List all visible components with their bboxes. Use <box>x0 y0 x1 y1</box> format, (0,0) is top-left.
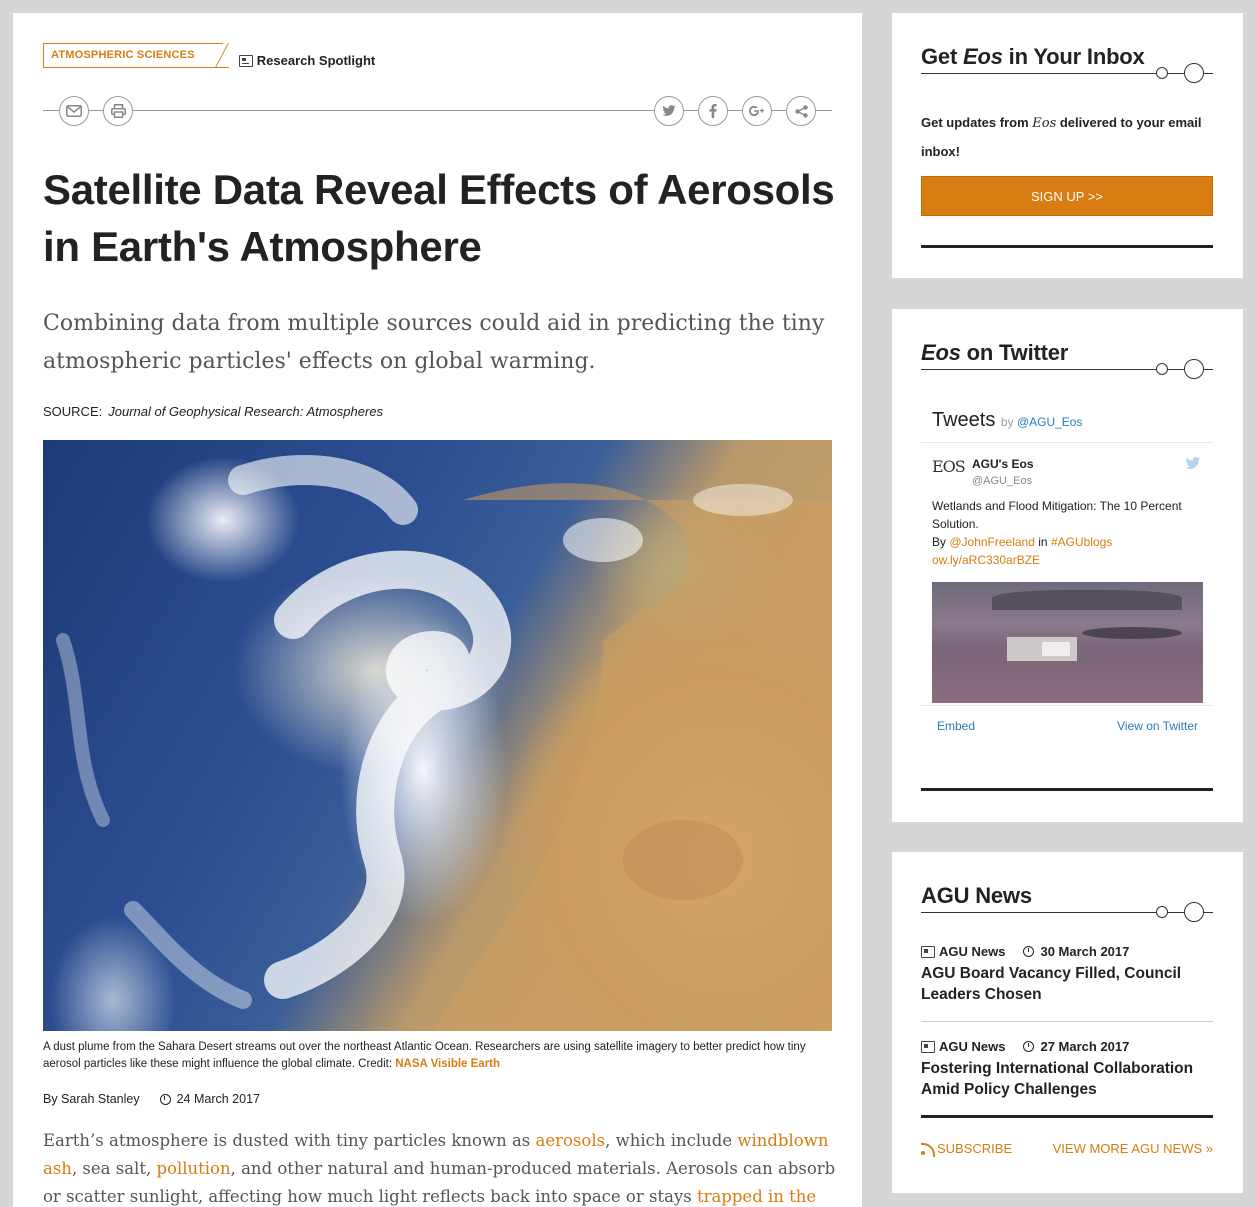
article-type[interactable]: Research Spotlight <box>238 53 376 68</box>
inbox-card: Get Eos in Your Inbox Get updates from E… <box>892 13 1243 278</box>
article-title: Satellite Data Reveal Effects of Aerosol… <box>43 166 835 270</box>
author: By Sarah Stanley <box>43 1092 140 1106</box>
news-separator <box>921 1021 1213 1022</box>
photo-barn <box>1042 642 1070 656</box>
image-caption: A dust plume from the Sahara Desert stre… <box>43 1039 832 1073</box>
news-item[interactable]: AGU News 30 March 2017 AGU Board Vacancy… <box>921 944 1213 1005</box>
body-text: Earth’s atmosphere is dusted with tiny p… <box>43 1131 536 1150</box>
title-knob-small <box>1156 67 1168 79</box>
title-knob-large <box>1184 902 1204 922</box>
caption-credit-link[interactable]: NASA Visible Earth <box>395 1058 500 1070</box>
twitter-icon <box>662 105 676 116</box>
rss-icon <box>921 1142 935 1157</box>
body-link-pollution[interactable]: pollution <box>156 1159 230 1178</box>
inbox-description: Get updates from Eos delivered to your e… <box>921 115 1202 159</box>
twitter-card: Eos on Twitter Tweets by @AGU_Eos EOS AG… <box>892 309 1243 822</box>
title-knob-large <box>1184 359 1204 379</box>
signup-button[interactable]: SIGN UP >> <box>921 176 1213 216</box>
widget-separator <box>921 442 1213 443</box>
twitter-title: Eos on Twitter <box>921 340 1069 365</box>
title-underline <box>921 73 1213 74</box>
tweet-account-handle[interactable]: @AGU_Eos <box>972 475 1032 487</box>
share-icon <box>794 104 808 118</box>
news-item[interactable]: AGU News 27 March 2017 Fostering Interna… <box>921 1039 1213 1100</box>
article-card: ATMOSPHERIC SCIENCES Research Spotlight <box>13 13 862 1207</box>
body-link-aerosols[interactable]: aerosols <box>536 1131 606 1150</box>
news-meta: AGU News 27 March 2017 <box>921 1039 1213 1054</box>
newspaper-icon <box>921 945 935 958</box>
body-text: , which include <box>605 1131 738 1150</box>
news-source: AGU News <box>939 944 1006 959</box>
clock-icon <box>1023 1041 1035 1052</box>
tweet-photo[interactable] <box>932 582 1203 703</box>
news-date: 27 March 2017 <box>1040 1039 1130 1054</box>
view-on-twitter-link[interactable]: View on Twitter <box>1117 719 1198 733</box>
email-icon <box>66 105 82 117</box>
twitter-share-button[interactable] <box>654 96 684 126</box>
card-bottom-rule <box>921 1115 1213 1118</box>
facebook-share-button[interactable] <box>698 96 728 126</box>
publish-date: 24 March 2017 <box>176 1092 260 1106</box>
tweet-text: Wetlands and Flood Mitigation: The 10 Pe… <box>932 499 1182 567</box>
newspaper-icon <box>921 1040 935 1053</box>
twitter-bird-icon[interactable] <box>1185 457 1201 470</box>
facebook-icon <box>709 104 717 118</box>
body-text: , sea salt, <box>71 1159 157 1178</box>
title-underline <box>921 369 1213 370</box>
news-date: 30 March 2017 <box>1040 944 1130 959</box>
clock-icon <box>1023 946 1035 957</box>
title-knob-small <box>1156 906 1168 918</box>
view-more-news-link[interactable]: VIEW MORE AGU NEWS » <box>1053 1141 1213 1156</box>
category-tag-underline <box>44 67 229 68</box>
hero-image <box>43 440 832 1031</box>
inbox-title: Get Eos in Your Inbox <box>921 44 1145 69</box>
satellite-image-texture <box>56 455 832 1031</box>
category-label: ATMOSPHERIC SCIENCES <box>51 49 195 61</box>
news-title-link[interactable]: AGU Board Vacancy Filled, Council Leader… <box>921 963 1213 1005</box>
google-plus-share-button[interactable] <box>742 96 772 126</box>
share-bar <box>43 96 832 126</box>
article-type-label: Research Spotlight <box>256 53 376 68</box>
title-knob-small <box>1156 363 1168 375</box>
photo-treeline <box>992 590 1182 610</box>
email-button[interactable] <box>59 96 89 126</box>
twitter-widget-header: Tweets by @AGU_Eos <box>932 409 1083 431</box>
title-knob-large <box>1184 63 1204 83</box>
source-label: SOURCE: <box>43 404 103 419</box>
body-link-trapped[interactable]: trapped in the <box>697 1187 816 1206</box>
category-tag[interactable]: ATMOSPHERIC SCIENCES <box>43 43 229 68</box>
twitter-handle-link[interactable]: @AGU_Eos <box>1017 415 1083 429</box>
clock-icon <box>159 1093 171 1105</box>
photo-treeline <box>1082 627 1182 639</box>
google-plus-icon <box>749 105 764 117</box>
byline: By Sarah Stanley 24 March 2017 <box>43 1092 260 1106</box>
embed-link[interactable]: Embed <box>937 719 975 733</box>
eos-avatar[interactable]: EOS <box>932 457 966 481</box>
more-share-button[interactable] <box>786 96 816 126</box>
news-title-link[interactable]: Fostering International Collaboration Am… <box>921 1058 1213 1100</box>
print-button[interactable] <box>103 96 133 126</box>
article-dek: Combining data from multiple sources cou… <box>43 311 825 374</box>
agu-news-title: AGU News <box>921 883 1032 908</box>
news-meta: AGU News 30 March 2017 <box>921 944 1213 959</box>
article-body: Earth’s atmosphere is dusted with tiny p… <box>43 1127 838 1207</box>
card-bottom-rule <box>921 788 1213 791</box>
tweet-url-link[interactable]: ow.ly/aRC330arBZE <box>932 553 1040 567</box>
widget-footer-separator <box>921 705 1213 706</box>
tweet-hashtag-link[interactable]: #AGUblogs <box>1051 535 1112 549</box>
card-bottom-rule <box>921 245 1213 248</box>
newspaper-icon <box>238 54 253 67</box>
news-source: AGU News <box>939 1039 1006 1054</box>
agu-news-card: AGU News AGU News 30 March 2017 AGU Boar… <box>892 852 1243 1193</box>
article-source: SOURCE: Journal of Geophysical Research: … <box>43 404 383 419</box>
print-icon <box>110 104 126 118</box>
title-underline <box>921 912 1213 913</box>
tweets-by: by @AGU_Eos <box>1000 415 1083 429</box>
category-tag-slant <box>201 43 229 68</box>
tweet-account-name[interactable]: AGU's Eos <box>972 457 1034 471</box>
tweet-mention-link[interactable]: @JohnFreeland <box>949 535 1035 549</box>
subscribe-link[interactable]: SUBSCRIBE <box>921 1141 1012 1157</box>
category-row: ATMOSPHERIC SCIENCES Research Spotlight <box>43 43 375 68</box>
source-journal[interactable]: Journal of Geophysical Research: Atmosph… <box>108 404 383 419</box>
